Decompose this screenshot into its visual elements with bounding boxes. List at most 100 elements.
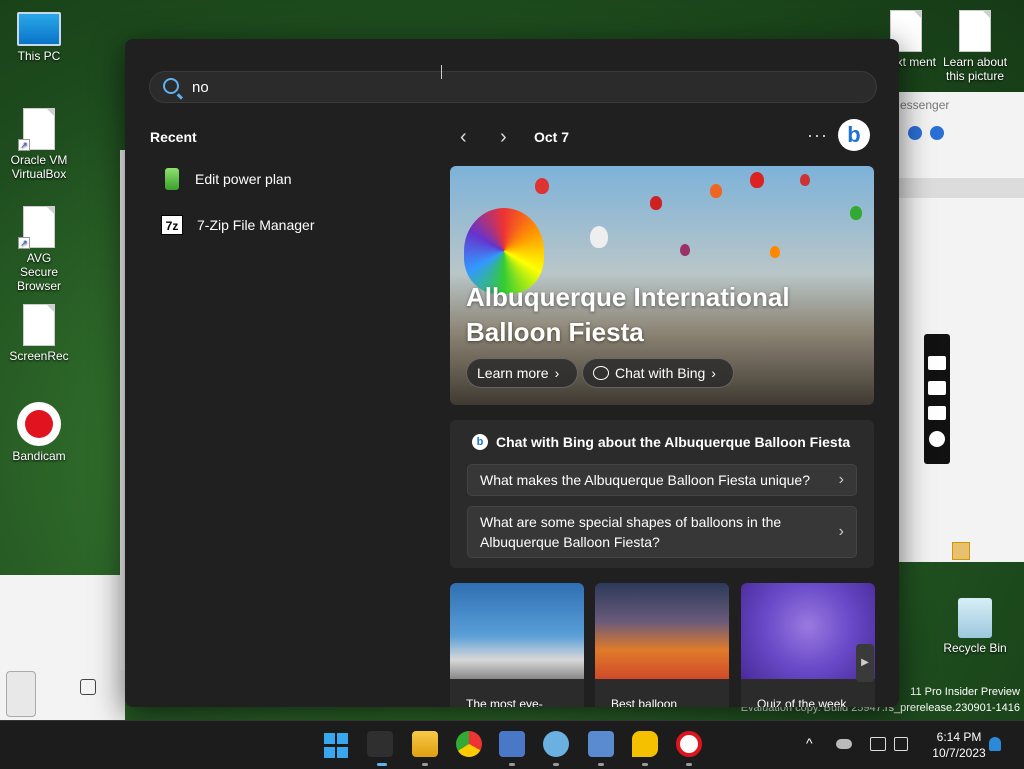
thumbnail-caption: The most eye- <box>466 697 543 707</box>
virtualbox-icon[interactable] <box>499 731 525 757</box>
thumbnail-image <box>741 583 875 679</box>
gear-icon[interactable] <box>929 431 945 447</box>
7zip-icon: 7z <box>161 215 183 235</box>
recent-item-edit-power-plan[interactable]: Edit power plan <box>149 160 409 198</box>
balloon-image <box>770 246 780 258</box>
balloon-image <box>680 244 690 256</box>
active-indicator <box>377 763 387 766</box>
chat-card-title-text: Chat with Bing about the Albuquerque Bal… <box>496 434 851 450</box>
search-icon[interactable] <box>367 731 393 757</box>
battery-icon <box>165 168 179 190</box>
desktop-icon-screenrec[interactable]: ScreenRec <box>7 304 71 363</box>
shapes-icon[interactable] <box>80 679 96 695</box>
chevron-left-icon[interactable]: ‹ <box>460 127 467 147</box>
thumbnail-card[interactable]: The most eye- <box>450 583 584 707</box>
balloon-image <box>590 226 608 248</box>
search-icon <box>163 78 179 94</box>
hero-card[interactable]: Albuquerque International Balloon Fiesta… <box>450 166 874 405</box>
thumbnail-card[interactable]: Best balloon <box>595 583 729 707</box>
chat-with-bing-card: b Chat with Bing about the Albuquerque B… <box>450 420 874 568</box>
clock-date[interactable]: 10/7/2023 <box>924 746 994 760</box>
notification-bell-icon[interactable] <box>989 737 1001 751</box>
chevron-right-icon[interactable]: ▶ <box>856 644 874 682</box>
thumbnail-card[interactable]: Quiz of the week <box>741 583 875 707</box>
balloon-image <box>650 196 662 210</box>
network-icon[interactable] <box>870 737 886 751</box>
chrome-icon[interactable] <box>456 731 482 757</box>
bing-question-button[interactable]: What makes the Albuquerque Balloon Fiest… <box>467 464 857 496</box>
onedrive-icon[interactable] <box>836 739 852 749</box>
chevron-right-icon: › <box>838 471 844 488</box>
pen-tool-icon[interactable] <box>6 671 36 717</box>
highlights-nav: ‹ › Oct 7 ··· b <box>455 119 875 151</box>
balloon-image <box>535 178 549 194</box>
paint-icon[interactable] <box>543 731 569 757</box>
desktop-icon-avg-browser[interactable]: ↗ AVG Secure Browser <box>7 206 71 293</box>
desktop-icon-recycle-bin[interactable]: Recycle Bin <box>940 598 1010 655</box>
desktop-icon-label: This PC <box>17 49 61 63</box>
learn-more-button[interactable]: Learn more › <box>466 358 578 388</box>
video-icon[interactable] <box>928 381 946 395</box>
chevron-right-icon: › <box>554 365 560 381</box>
balloon-image <box>850 206 862 220</box>
hero-title: Albuquerque International Balloon Fiesta <box>466 282 790 347</box>
thumbnail-image <box>450 583 584 679</box>
chat-with-bing-label: Chat with Bing <box>615 365 706 381</box>
active-indicator <box>598 763 604 766</box>
volume-icon[interactable] <box>894 737 908 751</box>
chat-with-bing-button[interactable]: Chat with Bing › <box>582 358 734 388</box>
record-icon <box>17 402 61 446</box>
more-options-icon[interactable]: ··· <box>807 125 828 146</box>
background-window-left <box>0 575 125 720</box>
file-icon <box>23 304 55 346</box>
active-indicator <box>553 763 559 766</box>
bing-icon[interactable]: b <box>838 119 870 151</box>
desktop-icon-label: Bandicam <box>12 449 66 463</box>
windows-start-icon[interactable] <box>324 733 350 759</box>
search-flyout: Recent Edit power plan 7z 7-Zip File Man… <box>125 39 899 707</box>
sticky-notes-icon[interactable] <box>632 731 658 757</box>
balloon-image <box>710 184 722 198</box>
messenger-row-highlight <box>896 178 1024 198</box>
text-cursor-icon <box>441 65 442 79</box>
file-icon: ↗ <box>18 206 55 249</box>
show-hidden-icons[interactable]: ^ <box>806 735 813 751</box>
chevron-right-icon: › <box>711 365 716 381</box>
recent-item-7zip[interactable]: 7z 7-Zip File Manager <box>149 206 409 244</box>
camera-icon[interactable] <box>928 356 946 370</box>
learn-more-label: Learn more <box>477 365 549 381</box>
desktop-icon-this-pc[interactable]: This PC <box>7 12 71 63</box>
window-icon[interactable] <box>928 406 946 420</box>
clock-time[interactable]: 6:14 PM <box>924 730 994 744</box>
watermark-line1: 11 Pro Insider Preview <box>910 686 1020 698</box>
active-indicator <box>422 763 428 766</box>
search-input[interactable] <box>192 78 792 96</box>
screen-recorder-toolbar <box>924 334 950 464</box>
chat-icon <box>593 366 609 380</box>
contact-icon[interactable] <box>952 542 970 560</box>
taskbar: ^ 6:14 PM 10/7/2023 <box>0 720 1024 769</box>
chevron-right-icon[interactable]: › <box>500 127 507 147</box>
bing-question-text: What makes the Albuquerque Balloon Fiest… <box>480 472 810 488</box>
desktop-icon-learn-about-picture[interactable]: Learn about this picture <box>940 10 1010 83</box>
search-box[interactable] <box>149 71 877 103</box>
recent-item-label: 7-Zip File Manager <box>197 217 315 233</box>
file-icon: ↗ <box>18 108 55 151</box>
recent-item-label: Edit power plan <box>195 171 292 187</box>
desktop-icon-bandicam[interactable]: Bandicam <box>7 402 71 463</box>
desktop-icon-label: AVG Secure Browser <box>16 251 61 293</box>
desktop-icon-virtualbox[interactable]: ↗ Oracle VM VirtualBox <box>7 108 71 181</box>
record-icon[interactable] <box>676 731 702 757</box>
messenger-window: essenger <box>896 92 1024 562</box>
thumbnail-image <box>595 583 729 679</box>
bing-question-button[interactable]: What are some special shapes of balloons… <box>467 506 857 558</box>
active-indicator <box>686 763 692 766</box>
thumbnail-caption: Best balloon <box>611 697 678 707</box>
file-explorer-icon[interactable] <box>412 731 438 757</box>
help-icon[interactable] <box>908 126 922 140</box>
bing-icon: b <box>472 434 488 450</box>
info-icon[interactable] <box>930 126 944 140</box>
desktop-icon-label: Learn about this picture <box>942 55 1008 83</box>
7zip-taskbar-icon[interactable] <box>588 731 614 757</box>
active-indicator <box>642 763 648 766</box>
